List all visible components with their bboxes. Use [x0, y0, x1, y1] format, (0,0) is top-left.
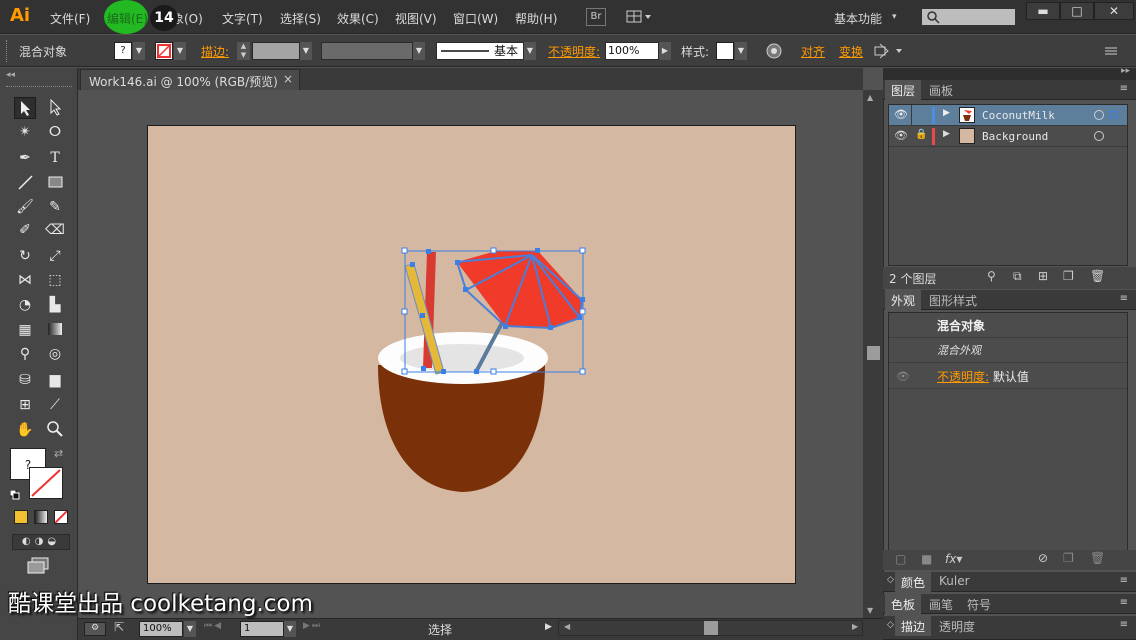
- vertical-scroll-thumb[interactable]: [867, 346, 880, 360]
- layer-thumbnail: [959, 128, 975, 144]
- tab-stroke[interactable]: 描边: [895, 616, 932, 636]
- layer-name[interactable]: Background: [982, 130, 1048, 143]
- expand-panel-icon[interactable]: ◇: [887, 575, 894, 585]
- zoom-field[interactable]: 100%: [139, 621, 183, 637]
- tab-appearance[interactable]: 外观: [885, 290, 922, 310]
- panel-menu-icon[interactable]: ≡: [1120, 575, 1128, 586]
- clipping-mask-icon[interactable]: ⧉: [1013, 269, 1022, 284]
- first-artboard-icon[interactable]: ⏮◀: [204, 621, 223, 631]
- appearance-panel-header: 外观 图形样式 ≡: [883, 290, 1136, 310]
- add-effect-icon[interactable]: fx▾: [945, 552, 962, 566]
- color-panel-header: ◇ 颜色 Kuler ≡: [883, 572, 1136, 592]
- panel-menu-icon[interactable]: ≡: [1120, 619, 1128, 630]
- swatches-panel-header: 色板 画笔 符号 ≡: [883, 594, 1136, 614]
- current-tool-status: 选择: [428, 623, 453, 637]
- artboard-number-field[interactable]: 1: [240, 621, 284, 637]
- layer-count: 2 个图层: [889, 272, 937, 286]
- expand-arrow-icon[interactable]: ▶: [943, 129, 950, 139]
- panel-menu-icon[interactable]: ≡: [1120, 83, 1128, 94]
- duplicate-item-icon[interactable]: ❐: [1063, 551, 1074, 565]
- layer-name[interactable]: CoconutMilk: [982, 109, 1055, 122]
- lock-icon[interactable]: 🔒: [915, 129, 927, 140]
- panel-menu-icon[interactable]: ≡: [1120, 293, 1128, 304]
- visibility-eye-icon[interactable]: 👁: [894, 108, 908, 121]
- expand-panel-icon[interactable]: ◇: [887, 620, 894, 630]
- coconut-shell: [378, 365, 545, 492]
- layer-row-background[interactable]: 👁 🔒 ▶ Background: [889, 126, 1127, 147]
- visibility-eye-icon[interactable]: 👁: [894, 129, 908, 142]
- layer-color-tag: [932, 107, 935, 124]
- share-icon[interactable]: ⇱: [114, 620, 124, 634]
- appearance-opacity-row[interactable]: 👁 不透明度: 默认值: [889, 365, 1127, 389]
- panel-menu-icon[interactable]: ≡: [1120, 597, 1128, 608]
- appearance-footer: ▢ ■ fx▾ ⊘ ❐ 🗑: [883, 550, 1136, 570]
- tab-artboards[interactable]: 画板: [923, 80, 959, 100]
- watermark: 酷课堂出品 coolketang.com: [8, 591, 313, 617]
- add-stroke-icon[interactable]: ▢: [895, 552, 906, 566]
- tab-color[interactable]: 颜色: [895, 572, 932, 592]
- horizontal-scroll-thumb[interactable]: [704, 621, 718, 635]
- target-circle-icon[interactable]: [1094, 131, 1104, 141]
- coconut-milk: [400, 344, 524, 372]
- expand-arrow-icon[interactable]: ▶: [943, 108, 950, 118]
- new-layer-icon[interactable]: ❐: [1063, 269, 1074, 283]
- status-menu-icon[interactable]: ▶: [545, 622, 552, 632]
- tab-symbols[interactable]: 符号: [961, 594, 997, 614]
- dock-collapse-bar[interactable]: ▸▸: [883, 66, 1136, 80]
- tab-brushes[interactable]: 画笔: [923, 594, 959, 614]
- gpu-icon[interactable]: ⚙: [84, 622, 106, 636]
- last-artboard-icon[interactable]: ▶⏭: [303, 621, 322, 631]
- add-fill-icon[interactable]: ■: [921, 552, 932, 566]
- layer-color-tag: [932, 128, 935, 145]
- tab-layers[interactable]: 图层: [885, 80, 922, 100]
- appearance-opacity-value: 默认值: [992, 370, 1029, 384]
- appearance-object-type: 混合对象: [889, 314, 1127, 338]
- chevron-down-icon[interactable]: ▼: [284, 621, 296, 637]
- delete-item-icon[interactable]: 🗑: [1090, 551, 1105, 565]
- tab-swatches[interactable]: 色板: [885, 594, 922, 614]
- scroll-down-icon[interactable]: ▼: [867, 606, 873, 615]
- chevron-down-icon[interactable]: ▼: [184, 621, 196, 637]
- clear-appearance-icon[interactable]: ⊘: [1038, 551, 1048, 565]
- scroll-left-icon[interactable]: ◀: [564, 622, 570, 631]
- layer-thumbnail: [959, 107, 975, 123]
- new-sublayer-icon[interactable]: ⊞: [1038, 269, 1048, 283]
- target-circle-icon[interactable]: [1094, 110, 1104, 120]
- selection-indicator[interactable]: [1110, 111, 1117, 118]
- tab-graphic-styles[interactable]: 图形样式: [923, 290, 983, 310]
- delete-layer-icon[interactable]: 🗑: [1090, 269, 1105, 283]
- tab-transparency[interactable]: 透明度: [933, 616, 981, 636]
- scroll-up-icon[interactable]: ▲: [867, 93, 873, 102]
- layers-footer: 2 个图层 ⚲ ⧉ ⊞ ❐ 🗑: [883, 267, 1136, 289]
- layer-row-coconutmilk[interactable]: 👁 ▶ CoconutMilk: [889, 105, 1127, 126]
- scroll-right-icon[interactable]: ▶: [852, 622, 858, 631]
- visibility-eye-icon[interactable]: 👁: [896, 365, 910, 389]
- appearance-opacity-label[interactable]: 不透明度:: [937, 370, 989, 384]
- tab-kuler[interactable]: Kuler: [933, 572, 976, 592]
- layers-panel-header: 图层 画板 ≡: [883, 80, 1136, 100]
- locate-object-icon[interactable]: ⚲: [987, 269, 996, 283]
- appearance-mixed: 混合外观: [889, 339, 1127, 363]
- stroke-panel-header: ◇ 描边 透明度 ≡: [883, 616, 1136, 640]
